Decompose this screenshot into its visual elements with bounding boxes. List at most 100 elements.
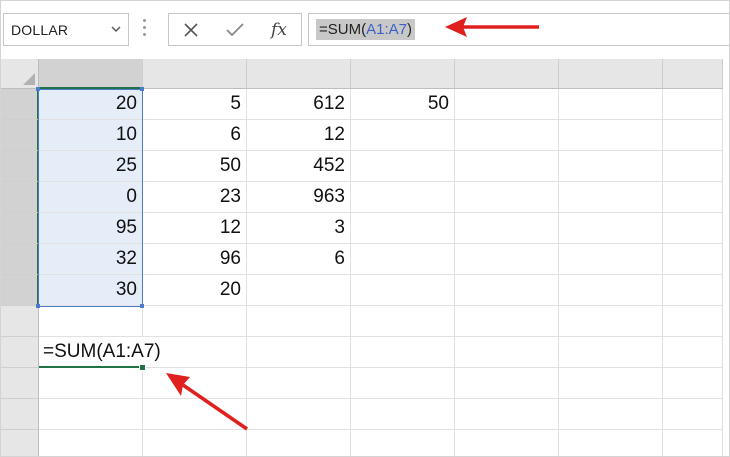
cell-e7[interactable] [455,275,559,306]
cell-b5[interactable]: 12 [143,213,247,244]
cell-f7[interactable] [559,275,663,306]
cell-b4[interactable]: 23 [143,182,247,213]
cell-f2[interactable] [559,120,663,151]
row-header-7[interactable] [1,275,39,306]
cell-b1[interactable]: 5 [143,89,247,120]
cell-g11[interactable] [663,399,723,430]
cell-a3[interactable]: 25 [39,151,143,182]
enter-button[interactable] [215,14,255,45]
cell-g5[interactable] [663,213,723,244]
cell-c11[interactable] [247,399,351,430]
cell-c9[interactable] [247,337,351,368]
cell-g8[interactable] [663,306,723,337]
cell-g3[interactable] [663,151,723,182]
row-header-10[interactable] [1,368,39,399]
column-header-f[interactable] [559,59,663,89]
row-header-1[interactable] [1,89,39,120]
cell-f10[interactable] [559,368,663,399]
cell-c5[interactable]: 3 [247,213,351,244]
cell-e4[interactable] [455,182,559,213]
cell-e8[interactable] [455,306,559,337]
range-resize-handle[interactable] [140,304,144,308]
cell-a7[interactable]: 30 [39,275,143,306]
cell-f6[interactable] [559,244,663,275]
column-header-g[interactable] [663,59,723,89]
cell-d10[interactable] [351,368,455,399]
cell-a4[interactable]: 0 [39,182,143,213]
cell-e5[interactable] [455,213,559,244]
cell-e3[interactable] [455,151,559,182]
cell-b7[interactable]: 20 [143,275,247,306]
cell-b3[interactable]: 50 [143,151,247,182]
cell-c8[interactable] [247,306,351,337]
cell-f9[interactable] [559,337,663,368]
column-header-c[interactable] [247,59,351,89]
cell-e2[interactable] [455,120,559,151]
cell-b2[interactable]: 6 [143,120,247,151]
cell-g4[interactable] [663,182,723,213]
cell-a8[interactable] [39,306,143,337]
cell-g7[interactable] [663,275,723,306]
insert-function-button[interactable]: fx [259,14,299,45]
cell-c2[interactable]: 12 [247,120,351,151]
cell-a1[interactable]: 20 [39,89,143,120]
cell-a2[interactable]: 10 [39,120,143,151]
cell-a10[interactable] [39,368,143,399]
cell-g12[interactable] [663,430,723,456]
cell-a11[interactable] [39,399,143,430]
row-header-8[interactable] [1,306,39,337]
column-header-d[interactable] [351,59,455,89]
cell-c7[interactable] [247,275,351,306]
cell-e10[interactable] [455,368,559,399]
cell-c4[interactable]: 963 [247,182,351,213]
select-all-button[interactable] [1,59,39,89]
cell-a5[interactable]: 95 [39,213,143,244]
name-box[interactable]: DOLLAR [3,13,129,46]
row-header-9[interactable] [1,337,39,368]
cell-g2[interactable] [663,120,723,151]
cell-f3[interactable] [559,151,663,182]
cell-f12[interactable] [559,430,663,456]
cell-c3[interactable]: 452 [247,151,351,182]
column-header-a[interactable] [39,59,143,89]
chevron-down-icon[interactable] [111,24,121,34]
cell-e1[interactable] [455,89,559,120]
cell-a6[interactable]: 32 [39,244,143,275]
cell-b8[interactable] [143,306,247,337]
cell-d3[interactable] [351,151,455,182]
cancel-button[interactable] [171,14,211,45]
cell-c6[interactable]: 6 [247,244,351,275]
range-resize-handle[interactable] [140,87,144,91]
cell-e9[interactable] [455,337,559,368]
cell-f11[interactable] [559,399,663,430]
cell-g1[interactable] [663,89,723,120]
cell-f8[interactable] [559,306,663,337]
cell-d1[interactable]: 50 [351,89,455,120]
cell-a12[interactable] [39,430,143,456]
cell-e11[interactable] [455,399,559,430]
cell-e6[interactable] [455,244,559,275]
range-resize-handle[interactable] [36,304,40,308]
cell-d5[interactable] [351,213,455,244]
cell-d7[interactable] [351,275,455,306]
drag-handle-icon[interactable] [142,19,148,41]
cell-e12[interactable] [455,430,559,456]
row-header-4[interactable] [1,182,39,213]
cell-c10[interactable] [247,368,351,399]
row-header-6[interactable] [1,244,39,275]
column-header-b[interactable] [143,59,247,89]
fill-handle[interactable] [139,364,146,371]
cell-g9[interactable] [663,337,723,368]
cell-f4[interactable] [559,182,663,213]
cell-d4[interactable] [351,182,455,213]
cell-f5[interactable] [559,213,663,244]
row-header-2[interactable] [1,120,39,151]
cell-d9[interactable] [351,337,455,368]
cell-b12[interactable] [143,430,247,456]
range-resize-handle[interactable] [36,87,40,91]
cell-d2[interactable] [351,120,455,151]
row-header-12[interactable] [1,430,39,456]
cell-d8[interactable] [351,306,455,337]
row-header-11[interactable] [1,399,39,430]
row-header-3[interactable] [1,151,39,182]
